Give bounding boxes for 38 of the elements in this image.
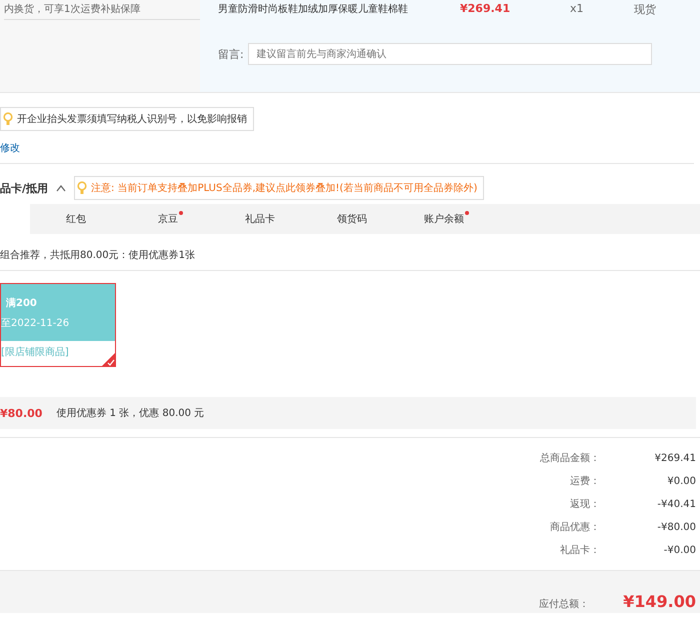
summary-value: ¥269.41 bbox=[654, 452, 696, 466]
caret-icon[interactable] bbox=[56, 184, 66, 192]
tab[interactable]: 京豆 bbox=[122, 204, 214, 234]
summary-label: 返现： bbox=[569, 498, 600, 512]
summary-label: 总商品金额： bbox=[539, 452, 600, 466]
coupon-validity: 至2022-11-26 bbox=[1, 316, 70, 330]
quantity: x1 bbox=[570, 2, 585, 15]
tab[interactable]: 领货码 bbox=[306, 204, 398, 234]
notice-text: 注意: 当前订单支持叠加PLUS全品券,建议点此领券叠加!(若当前商品不可用全品券除外) bbox=[91, 182, 478, 195]
section-heading: 品卡/抵用 bbox=[0, 180, 48, 196]
tab[interactable]: 账户余额 bbox=[398, 204, 490, 234]
summary-value: -¥40.41 bbox=[656, 498, 696, 512]
summary-label: 商品优惠： bbox=[549, 521, 600, 535]
remark-field[interactable]: 建议留言前先与商家沟通确认 bbox=[248, 43, 652, 65]
product-title: 男童防滑时尚板鞋加绒加厚保暖儿童鞋棉鞋 bbox=[218, 2, 409, 16]
tab[interactable]: 红包 bbox=[30, 204, 122, 234]
edit-link[interactable]: 修改 bbox=[0, 141, 694, 155]
coupon-scope: [限店铺限商品] bbox=[1, 346, 70, 359]
summary-value: -¥80.00 bbox=[656, 521, 696, 535]
remark-label: 留言: bbox=[218, 46, 244, 62]
stock-status: 现货 bbox=[634, 2, 656, 17]
payable-amount: ¥149.00 bbox=[623, 592, 696, 611]
invoice-tip-text: 开企业抬头发票须填写纳税人识别号，以免影响报销 bbox=[17, 112, 247, 126]
coupon-condition: 满200 bbox=[5, 296, 38, 310]
summary-label: 运费： bbox=[569, 475, 600, 489]
lightbulb-icon bbox=[77, 181, 88, 195]
payable-label: 应付总额： bbox=[539, 598, 590, 611]
summary-value: ¥0.00 bbox=[666, 475, 696, 489]
tab[interactable]: 礼品卡 bbox=[214, 204, 306, 234]
product-price: ¥269.41 bbox=[460, 2, 512, 15]
summary-label: 礼品卡： bbox=[559, 544, 600, 558]
lightbulb-icon bbox=[3, 112, 13, 126]
service-note: 内换货，可享1次运费补贴保障 bbox=[4, 0, 200, 20]
discount-amount: ¥80.00 bbox=[0, 406, 42, 420]
check-icon bbox=[102, 353, 115, 366]
recommend-text: 组合推荐，共抵用80.00元：使用优惠券1张 bbox=[0, 234, 700, 271]
discount-summary: 使用优惠券 1 张，优惠 80.00 元 bbox=[56, 406, 204, 420]
summary-value: -¥0.00 bbox=[662, 544, 696, 558]
